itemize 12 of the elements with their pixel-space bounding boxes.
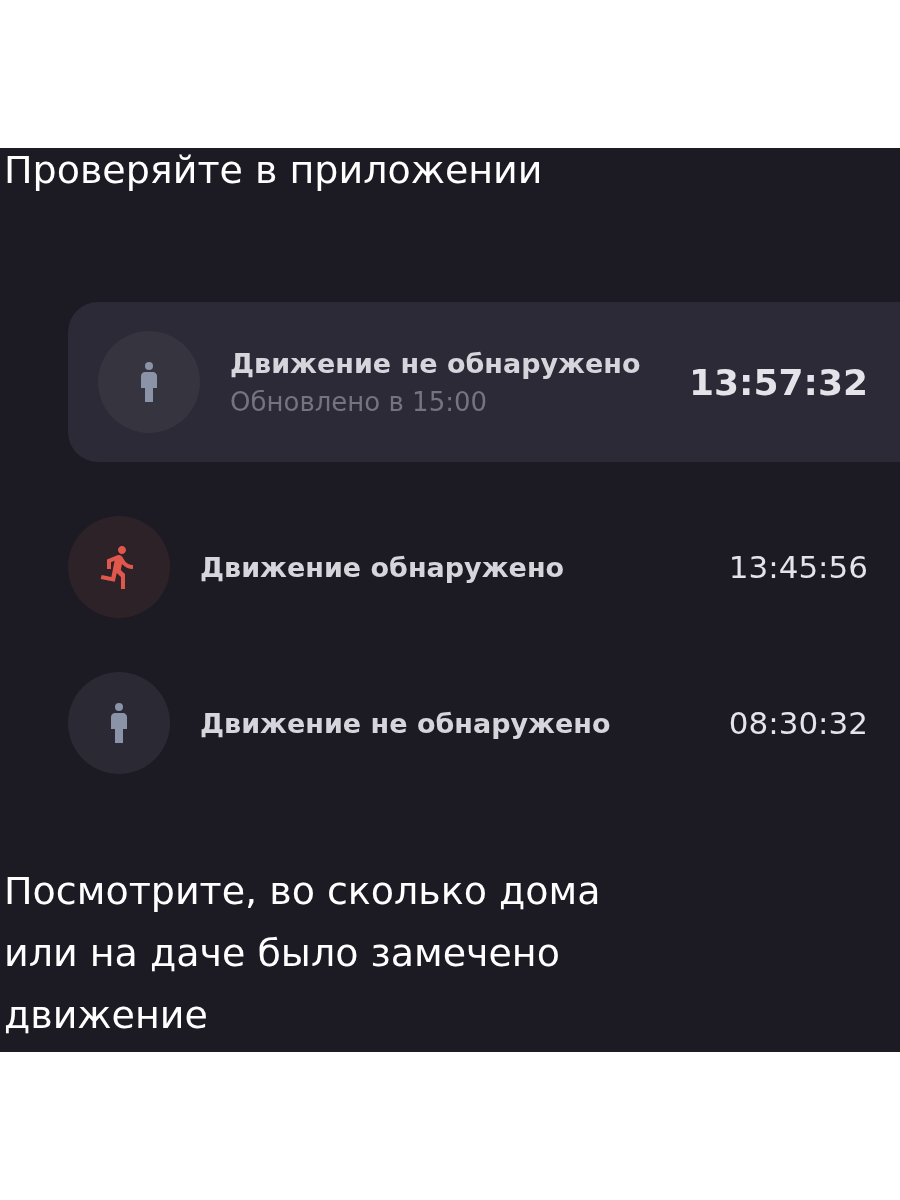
- event-row[interactable]: Движение обнаружено 13:45:56: [68, 516, 900, 618]
- event-time: 08:30:32: [728, 705, 868, 741]
- event-title: Движение обнаружено: [200, 551, 566, 583]
- event-title: Движение не обнаружено: [200, 707, 612, 739]
- event-subtitle: Обновлено в 15:00: [230, 386, 489, 417]
- caption: Посмотрите, во сколько дома или на даче было замечено движение: [4, 868, 602, 1039]
- event-card[interactable]: Движение не обнаружено Обновлено в 15:00 13:57:32: [68, 302, 900, 462]
- event-row[interactable]: Движение не обнаружено 08:30:32: [68, 672, 900, 774]
- event-title: Движение не обнаружено: [230, 347, 642, 379]
- heading: Проверяйте в приложении: [3, 148, 543, 192]
- event-time: 13:57:32: [688, 361, 868, 403]
- event-time: 13:45:56: [728, 549, 868, 585]
